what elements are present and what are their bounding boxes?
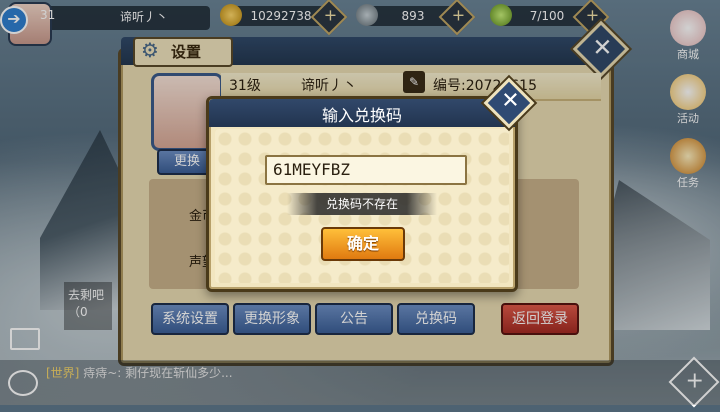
redeem-dialog: 输入兑换码 ✕ 61MEYFBZ 兑换码不存在 确定: [206, 77, 535, 292]
close-icon: ✕: [501, 88, 520, 114]
error-message: 兑换码不存在: [287, 193, 437, 215]
redeem-code-input[interactable]: 61MEYFBZ: [265, 155, 467, 185]
dialog-header: 输入兑换码: [209, 99, 515, 127]
confirm-button[interactable]: 确定: [321, 227, 405, 261]
dialog-title: 输入兑换码: [321, 106, 402, 125]
